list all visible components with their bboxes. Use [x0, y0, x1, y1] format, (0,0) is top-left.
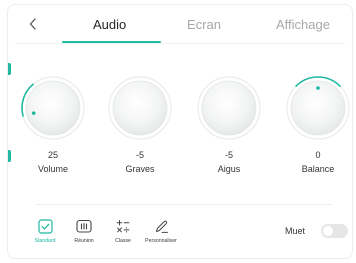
aigus-knob[interactable]: [197, 76, 261, 140]
knob-dial: [21, 76, 85, 140]
knob-dial: [286, 76, 350, 140]
balance-value: 0: [315, 150, 321, 160]
preset-personnaliser[interactable]: Personnaliser: [141, 218, 181, 244]
header-divider: [15, 43, 345, 44]
edge-accent-mark: [8, 63, 11, 75]
balance-label: Balance: [301, 164, 335, 174]
preset-classe[interactable]: Classe: [103, 218, 143, 244]
preset-reunion[interactable]: Réunion: [64, 218, 104, 244]
graves-knob[interactable]: [108, 76, 172, 140]
aigus-value: -5: [224, 150, 233, 160]
knob-body: [25, 80, 81, 136]
mute-toggle-thumb: [323, 226, 333, 236]
knob-dial: [197, 76, 261, 140]
presentation-icon: [64, 218, 104, 234]
graves-value: -5: [135, 150, 144, 160]
preset-standard[interactable]: Standard: [25, 218, 65, 244]
check-square-icon: [25, 218, 65, 234]
graves-label: Graves: [125, 164, 155, 174]
volume-value: 25: [47, 150, 58, 160]
math-symbols-icon: [103, 218, 143, 234]
knob-body: [201, 80, 257, 136]
balance-knob[interactable]: [286, 76, 350, 140]
knob-indicator-dot: [31, 111, 36, 115]
chevron-left-icon[interactable]: [26, 15, 40, 33]
tab-ecran[interactable]: Ecran: [187, 17, 221, 32]
section-divider: [36, 204, 332, 205]
preset-standard-label: Standard: [34, 238, 56, 244]
volume-knob[interactable]: [21, 76, 85, 140]
audio-settings-panel: Audio Ecran Affichage 25 Volume -5 Grave…: [7, 4, 353, 259]
knob-body: [112, 80, 168, 136]
preset-reunion-label: Réunion: [74, 238, 94, 244]
knob-indicator-dot: [316, 86, 320, 90]
volume-label: Volume: [37, 164, 69, 174]
tab-audio[interactable]: Audio: [93, 17, 126, 32]
mute-label: Muet: [285, 226, 306, 236]
tab-affichage[interactable]: Affichage: [276, 17, 330, 32]
preset-classe-label: Classe: [115, 238, 131, 244]
knob-dial: [108, 76, 172, 140]
edit-pen-icon: [141, 218, 181, 234]
edge-accent-mark: [8, 150, 11, 162]
preset-personnaliser-label: Personnaliser: [145, 238, 177, 244]
mute-toggle[interactable]: [321, 224, 348, 238]
aigus-label: Aigus: [217, 164, 241, 174]
